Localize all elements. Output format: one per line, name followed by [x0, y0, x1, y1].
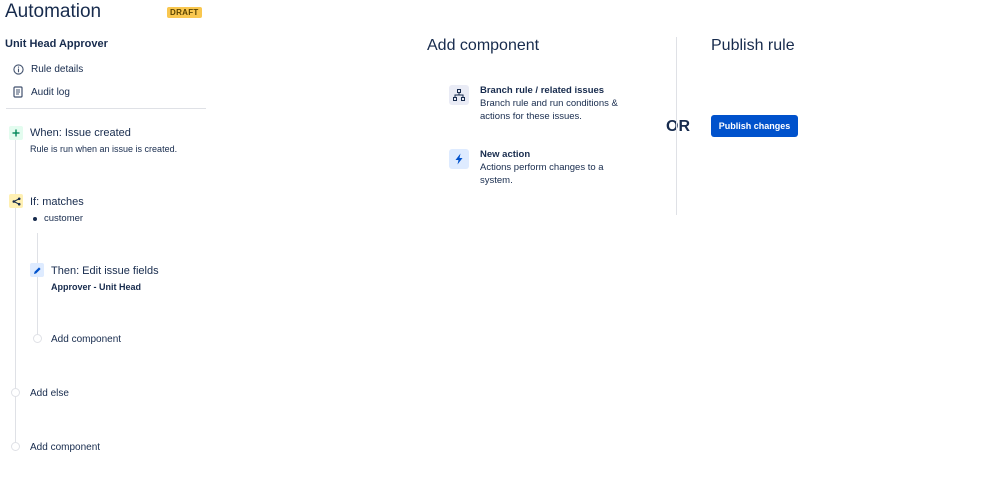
add-component-heading: Add component	[427, 37, 540, 54]
condition-step[interactable]	[9, 194, 23, 208]
publish-changes-button[interactable]: Publish changes	[711, 115, 798, 137]
trigger-title[interactable]: When: Issue created	[30, 127, 131, 139]
new-action-desc: Actions perform changes to a system.	[480, 162, 604, 186]
divider	[6, 108, 206, 109]
action-title[interactable]: Then: Edit issue fields	[51, 265, 159, 277]
audit-log-label: Audit log	[31, 86, 70, 98]
info-icon	[11, 62, 25, 76]
branch-icon	[9, 194, 23, 208]
trigger-step[interactable]	[9, 126, 23, 140]
add-dot-icon	[11, 388, 20, 397]
add-component-inner-button[interactable]: Add component	[51, 334, 121, 345]
branch-option-desc: Branch rule and run conditions & actions…	[480, 98, 618, 122]
branch-option-title[interactable]: Branch rule / related issues	[480, 85, 604, 96]
or-label: OR	[666, 118, 690, 135]
hierarchy-icon	[449, 85, 469, 105]
action-step[interactable]	[30, 263, 44, 277]
vertical-separator	[676, 37, 677, 215]
action-detail: Approver - Unit Head	[51, 282, 142, 292]
document-icon	[11, 85, 25, 99]
audit-log-link[interactable]: Audit log	[11, 85, 70, 99]
pencil-icon	[30, 263, 44, 277]
lightning-icon	[449, 149, 469, 169]
rule-details-link[interactable]: Rule details	[11, 62, 83, 76]
branch-option[interactable]	[449, 85, 469, 105]
new-action-title[interactable]: New action	[480, 149, 530, 160]
add-component-outer-button[interactable]: Add component	[30, 442, 100, 453]
trigger-subtitle: Rule is run when an issue is created.	[30, 144, 178, 154]
flow-connector	[15, 140, 16, 445]
condition-value-item: customer	[33, 213, 83, 224]
new-action-option[interactable]	[449, 149, 469, 169]
condition-title[interactable]: If: matches	[30, 196, 84, 208]
rule-details-label: Rule details	[31, 63, 84, 75]
add-dot-icon	[11, 442, 20, 451]
add-dot-icon	[33, 334, 42, 343]
condition-value: customer	[44, 213, 84, 224]
draft-badge: DRAFT	[167, 7, 202, 18]
publish-heading: Publish rule	[711, 37, 795, 54]
flow-connector-inner	[37, 233, 38, 336]
page-title: Automation	[5, 1, 102, 22]
bullet-icon	[33, 216, 37, 221]
rule-name: Unit Head Approver	[5, 38, 108, 50]
plus-icon	[9, 126, 23, 140]
add-else-button[interactable]: Add else	[30, 388, 69, 399]
